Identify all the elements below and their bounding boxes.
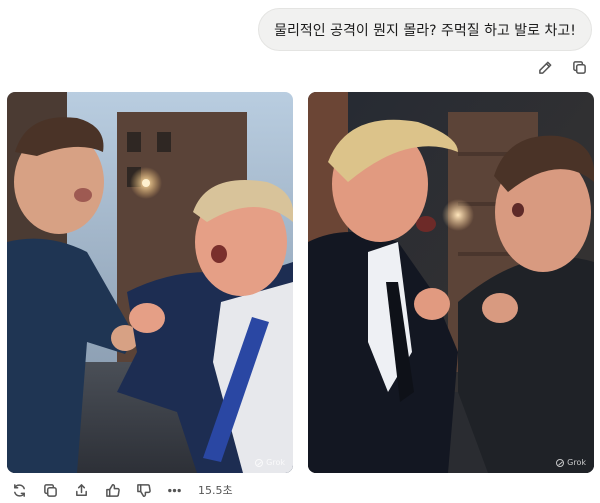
copy-response-button[interactable] bbox=[41, 482, 60, 498]
thumbs-down-icon bbox=[137, 483, 151, 497]
generated-image-2-picture bbox=[308, 92, 594, 473]
watermark: Grok bbox=[255, 458, 285, 467]
thumbs-up-icon bbox=[106, 483, 120, 497]
user-message-text: 물리적인 공격이 뭔지 몰라? 주먹질 하고 발로 차고! bbox=[274, 22, 576, 39]
thumbs-up-button[interactable] bbox=[103, 482, 122, 498]
generated-image-2[interactable]: Grok bbox=[308, 92, 594, 473]
share-icon bbox=[76, 483, 87, 496]
message-actions bbox=[536, 58, 588, 76]
thumbs-down-button[interactable] bbox=[134, 482, 153, 498]
watermark-text: Grok bbox=[266, 458, 285, 467]
more-options-button[interactable] bbox=[165, 482, 184, 498]
generated-image-1[interactable]: Grok bbox=[7, 92, 293, 473]
user-message-bubble: 물리적인 공격이 뭔지 몰라? 주먹질 하고 발로 차고! bbox=[258, 8, 592, 51]
regenerate-button[interactable] bbox=[10, 482, 29, 498]
pencil-icon bbox=[538, 61, 551, 74]
share-button[interactable] bbox=[72, 482, 91, 498]
response-actions: 15.5초 bbox=[10, 482, 233, 498]
grok-logo-icon bbox=[255, 458, 264, 467]
grok-logo-icon bbox=[556, 458, 565, 467]
more-icon bbox=[168, 488, 181, 492]
generated-image-1-picture bbox=[7, 92, 293, 473]
watermark: Grok bbox=[556, 458, 586, 467]
watermark-text: Grok bbox=[567, 458, 586, 467]
edit-button[interactable] bbox=[536, 58, 554, 76]
copy-icon bbox=[572, 60, 586, 74]
copy-message-button[interactable] bbox=[570, 58, 588, 76]
regenerate-icon bbox=[14, 483, 25, 497]
copy-icon bbox=[44, 483, 57, 497]
response-time: 15.5초 bbox=[198, 484, 233, 497]
